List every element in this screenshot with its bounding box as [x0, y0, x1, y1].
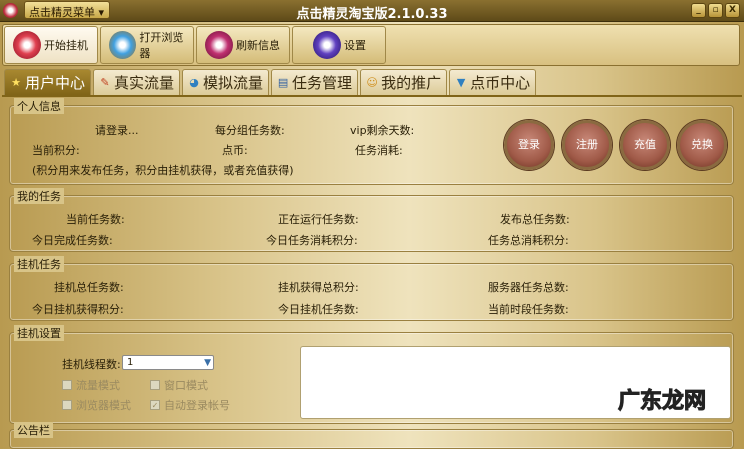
refresh-info-button[interactable]: 刷新信息 [196, 26, 290, 64]
watermark: 广东龙网 [617, 389, 706, 415]
task-cost-label: 任务消耗: [355, 144, 403, 157]
tab-simulated-traffic[interactable]: ◕ 模拟流量 [182, 69, 270, 95]
checkbox-label: 窗口模式 [164, 379, 208, 392]
browser-mode-checkbox[interactable]: 浏览器模式 [62, 397, 131, 413]
vip-days-label: vip剩余天数: [350, 124, 415, 137]
checkbox-label: 自动登录帐号 [164, 399, 230, 412]
checkbox-icon [62, 400, 72, 410]
auto-login-checkbox[interactable]: ✓ 自动登录帐号 [150, 397, 230, 413]
document-icon: ▤ [277, 75, 289, 89]
wand-icon: ✎ [100, 75, 110, 89]
hang-points-label: 挂机获得总积分: [278, 281, 359, 294]
browser-icon [109, 31, 137, 59]
user-center-panel: 个人信息 请登录... 每分组任务数: vip剩余天数: 当前积分: 点币: 任… [2, 95, 742, 449]
button-label: 设置 [344, 39, 366, 52]
tab-my-promotion[interactable]: ☺ 我的推广 [360, 69, 448, 95]
traffic-mode-checkbox[interactable]: 流量模式 [62, 377, 120, 393]
play-icon [13, 31, 41, 59]
star-icon: ★ [11, 75, 21, 89]
globe-icon: ◕ [189, 75, 199, 89]
group-title: 挂机任务 [14, 256, 64, 272]
log-area[interactable]: 广东龙网 [300, 346, 731, 419]
settings-button[interactable]: 设置 [292, 26, 386, 64]
running-tasks-label: 正在运行任务数: [278, 213, 359, 226]
server-total-label: 服务器任务总数: [488, 281, 569, 294]
checkbox-icon [62, 380, 72, 390]
window-mode-checkbox[interactable]: 窗口模式 [150, 377, 208, 393]
hang-settings-group: 挂机设置 挂机线程数: 1 ▼ 流量模式 窗口模式 浏览器模式 ✓ 自动登录帐号 广… [9, 325, 734, 424]
tab-label: 模拟流量 [203, 74, 264, 92]
points-label: 当前积分: [32, 144, 80, 157]
tab-task-management[interactable]: ▤ 任务管理 [271, 69, 359, 95]
per-group-label: 每分组任务数: [215, 124, 285, 137]
today-done-label: 今日完成任务数: [32, 234, 113, 247]
checkmark-icon: ✓ [150, 400, 160, 410]
group-title: 个人信息 [14, 98, 64, 114]
tab-label: 用户中心 [25, 74, 86, 92]
hang-tasks-group: 挂机任务 挂机总任务数: 挂机获得总积分: 服务器任务总数: 今日挂机获得积分:… [9, 256, 734, 321]
checkbox-label: 流量模式 [76, 379, 120, 392]
hang-today-points-label: 今日挂机获得积分: [32, 303, 124, 316]
published-tasks-label: 发布总任务数: [500, 213, 570, 226]
hang-today-tasks-label: 今日挂机任务数: [278, 303, 359, 316]
hang-total-label: 挂机总任务数: [54, 281, 124, 294]
title-bar: 点击精灵菜单 ▾ 点击精灵淘宝版2.1.0.33 _ ▫ X [0, 0, 744, 22]
recharge-button[interactable]: 充值 [620, 120, 670, 170]
toolbar: 开始挂机 打开浏览器 刷新信息 设置 [2, 24, 740, 66]
group-title: 公告栏 [14, 422, 53, 438]
tab-real-traffic[interactable]: ✎ 真实流量 [93, 69, 181, 95]
window-title: 点击精灵淘宝版2.1.0.33 [296, 7, 448, 22]
threads-label: 挂机线程数: [62, 358, 121, 371]
exchange-button[interactable]: 兑换 [677, 120, 727, 170]
dropdown-arrow-icon: ▼ [204, 358, 211, 368]
button-label: 打开浏览器 [139, 31, 184, 60]
today-points-label: 今日任务消耗积分: [266, 234, 358, 247]
close-button[interactable]: X [725, 3, 740, 18]
tab-user-center[interactable]: ★ 用户中心 [4, 69, 92, 95]
open-browser-button[interactable]: 打开浏览器 [100, 26, 194, 64]
personal-info-group: 个人信息 请登录... 每分组任务数: vip剩余天数: 当前积分: 点币: 任… [9, 98, 734, 185]
tab-label: 我的推广 [381, 74, 442, 92]
notice-group: 公告栏 [9, 422, 734, 449]
login-prompt: 请登录... [95, 124, 139, 137]
tab-bar: ★ 用户中心 ✎ 真实流量 ◕ 模拟流量 ▤ 任务管理 ☺ 我的推广 ▼ 点币中心 [4, 69, 537, 95]
tab-coin-center[interactable]: ▼ 点币中心 [449, 69, 537, 95]
current-tasks-label: 当前任务数: [66, 213, 125, 226]
button-label: 开始挂机 [44, 39, 88, 52]
button-label: 刷新信息 [236, 39, 280, 52]
tab-label: 真实流量 [114, 74, 175, 92]
users-icon: ☺ [366, 75, 378, 89]
points-note: (积分用来发布任务，积分由挂机获得，或者充值获得) [32, 164, 294, 177]
my-tasks-group: 我的任务 当前任务数: 正在运行任务数: 发布总任务数: 今日完成任务数: 今日… [9, 188, 734, 252]
total-points-label: 任务总消耗积分: [488, 234, 569, 247]
group-title: 我的任务 [14, 188, 64, 204]
checkbox-icon [150, 380, 160, 390]
select-value: 1 [127, 357, 134, 368]
register-button[interactable]: 注册 [562, 120, 612, 170]
settings-icon [313, 31, 341, 59]
refresh-icon [205, 31, 233, 59]
start-hang-button[interactable]: 开始挂机 [4, 26, 98, 64]
login-button[interactable]: 登录 [504, 120, 554, 170]
maximize-button[interactable]: ▫ [708, 3, 723, 18]
minimize-button[interactable]: _ [691, 3, 706, 18]
cart-icon: ▼ [456, 75, 466, 89]
current-period-label: 当前时段任务数: [488, 303, 569, 316]
tab-label: 点币中心 [470, 74, 531, 92]
group-title: 挂机设置 [14, 325, 64, 341]
threads-select[interactable]: 1 ▼ [122, 355, 214, 370]
coins-label: 点币: [222, 144, 248, 157]
checkbox-label: 浏览器模式 [76, 399, 131, 412]
tab-label: 任务管理 [292, 74, 353, 92]
